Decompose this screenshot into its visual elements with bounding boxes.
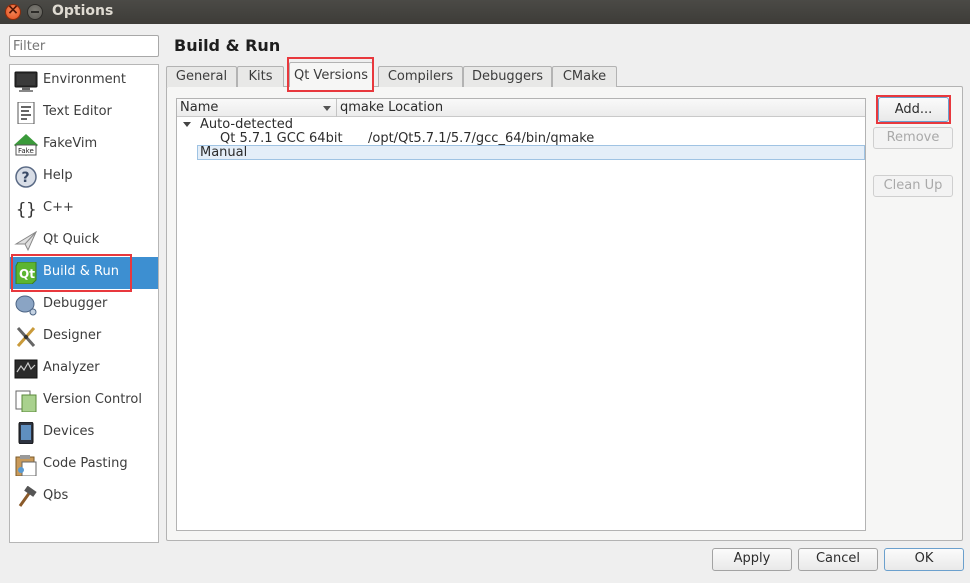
- category-fakevim[interactable]: Fake FakeVim: [10, 129, 158, 161]
- minimize-window-button[interactable]: [27, 4, 43, 20]
- category-label: C++: [43, 200, 74, 215]
- tab-debuggers[interactable]: Debuggers: [463, 66, 552, 87]
- version-control-icon: [15, 390, 37, 412]
- tree-row-qt-version[interactable]: Qt 5.7.1 GCC 64bit /opt/Qt5.7.1/5.7/gcc_…: [177, 131, 865, 146]
- category-label: Devices: [43, 424, 95, 439]
- hammer-icon: [18, 486, 37, 507]
- braces-icon: {}: [16, 200, 36, 220]
- category-text-editor[interactable]: Text Editor: [10, 97, 158, 129]
- tree-group-auto-detected[interactable]: Auto-detected: [177, 117, 865, 132]
- device-icon: [18, 422, 34, 444]
- group-label: Manual: [200, 145, 248, 160]
- text-editor-icon: [17, 102, 35, 124]
- monitor-icon: [14, 71, 38, 92]
- qt-quick-icon: [14, 230, 38, 252]
- expand-arrow-icon[interactable]: [183, 122, 191, 127]
- category-code-pasting[interactable]: Code Pasting: [10, 449, 158, 481]
- category-cpp[interactable]: {} C++: [10, 193, 158, 225]
- code-pasting-icon: [15, 455, 37, 476]
- analyzer-icon: [14, 359, 38, 379]
- category-analyzer[interactable]: Analyzer: [10, 353, 158, 385]
- category-debugger[interactable]: Debugger: [10, 289, 158, 321]
- remove-button[interactable]: Remove: [873, 127, 953, 149]
- category-label: Version Control: [43, 392, 142, 407]
- category-list: Environment Text Editor Fake FakeVim ? H…: [9, 64, 159, 543]
- category-label: Qbs: [43, 488, 69, 503]
- category-qbs[interactable]: Qbs: [10, 481, 158, 513]
- designer-icon: [16, 327, 36, 347]
- clean-up-button[interactable]: Clean Up: [873, 175, 953, 197]
- category-label: Analyzer: [43, 360, 100, 375]
- category-qt-quick[interactable]: Qt Quick: [10, 225, 158, 257]
- svg-text:?: ?: [22, 170, 30, 186]
- tree-header: Name qmake Location: [177, 99, 865, 117]
- help-icon: ?: [15, 166, 37, 188]
- svg-text:Fake: Fake: [18, 147, 34, 155]
- category-version-control[interactable]: Version Control: [10, 385, 158, 417]
- category-label: FakeVim: [43, 136, 98, 151]
- column-divider[interactable]: [336, 99, 337, 117]
- tab-kits[interactable]: Kits: [237, 66, 284, 87]
- category-help[interactable]: ? Help: [10, 161, 158, 193]
- tab-general[interactable]: General: [166, 66, 237, 87]
- category-devices[interactable]: Devices: [10, 417, 158, 449]
- column-header-name[interactable]: Name: [180, 100, 218, 115]
- group-label: Auto-detected: [200, 117, 293, 132]
- category-label: Code Pasting: [43, 456, 128, 471]
- ok-button[interactable]: OK: [884, 548, 964, 571]
- bug-icon: [15, 295, 37, 316]
- category-label: Debugger: [43, 296, 108, 311]
- category-environment[interactable]: Environment: [10, 65, 158, 97]
- qt-logo-icon: Qt: [15, 262, 37, 284]
- tab-compilers[interactable]: Compilers: [378, 66, 463, 87]
- page-title: Build & Run: [174, 36, 281, 55]
- window-title: Options: [52, 3, 114, 19]
- category-label: Qt Quick: [43, 232, 100, 247]
- svg-text:{}: {}: [16, 200, 36, 220]
- category-label: Text Editor: [43, 104, 112, 119]
- filter-input[interactable]: [9, 35, 159, 57]
- column-header-qmake-location[interactable]: qmake Location: [340, 100, 443, 115]
- tree-group-manual[interactable]: Manual: [197, 145, 865, 160]
- tab-qt-versions[interactable]: Qt Versions: [289, 62, 373, 87]
- category-designer[interactable]: Designer: [10, 321, 158, 353]
- tab-cmake[interactable]: CMake: [552, 66, 617, 87]
- category-label: Build & Run: [43, 264, 119, 279]
- qt-version-name: Qt 5.7.1 GCC 64bit: [220, 131, 343, 146]
- add-button[interactable]: Add...: [878, 97, 949, 122]
- category-label: Environment: [43, 72, 127, 87]
- category-label: Help: [43, 168, 73, 183]
- fakevim-icon: Fake: [14, 134, 38, 156]
- qt-versions-tree[interactable]: Name qmake Location Auto-detected Qt 5.7…: [176, 98, 866, 531]
- title-bar: Options: [0, 0, 970, 24]
- svg-text:Qt: Qt: [19, 267, 35, 281]
- category-build-run[interactable]: Qt Build & Run: [10, 257, 158, 289]
- apply-button[interactable]: Apply: [712, 548, 792, 571]
- cancel-button[interactable]: Cancel: [798, 548, 878, 571]
- qmake-location: /opt/Qt5.7.1/5.7/gcc_64/bin/qmake: [368, 131, 595, 146]
- sort-indicator-icon: [323, 106, 331, 111]
- close-window-button[interactable]: [5, 2, 21, 20]
- category-label: Designer: [43, 328, 102, 343]
